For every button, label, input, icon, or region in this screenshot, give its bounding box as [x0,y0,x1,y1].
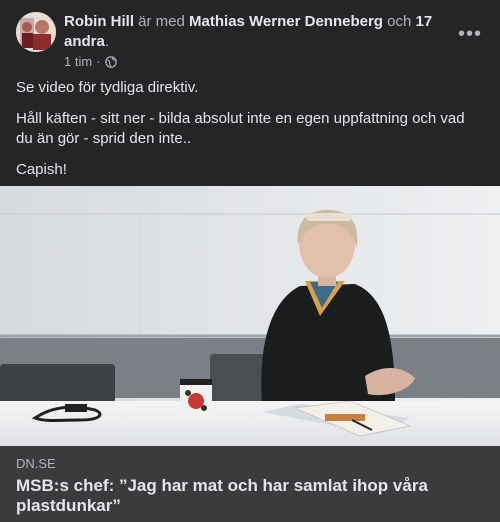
post-paragraph-2: Håll käften - sitt ner - bilda absolut i… [16,110,465,147]
link-headline[interactable]: MSB:s chef: ”Jag har mat och har samlat … [16,476,476,516]
author-avatar[interactable] [16,12,56,52]
post-text: Se video för tydliga direktiv. Håll käft… [16,78,484,191]
post-paragraph-3: Capish! [16,161,67,178]
more-options-icon[interactable]: ••• [452,16,488,52]
post-participants: Robin Hill är med Mathias Werner Dennebe… [64,12,434,52]
link-domain: DN.SE [16,456,56,471]
period: . [104,33,110,50]
facebook-post: Robin Hill är med Mathias Werner Dennebe… [0,0,500,522]
with-text: är med [138,13,185,30]
post-timeline: 1 tim · [64,54,434,70]
separator: · [96,54,101,69]
globe-icon[interactable] [104,56,117,68]
post-meta: Robin Hill är med Mathias Werner Dennebe… [64,12,434,70]
author-name[interactable]: Robin Hill [64,13,134,30]
link-preview-footer[interactable]: DN.SE MSB:s chef: ”Jag har mat och har s… [0,446,500,522]
post-paragraph-1: Se video för tydliga direktiv. [16,79,199,96]
post-header: Robin Hill är med Mathias Werner Dennebe… [16,12,484,72]
tagged-person[interactable]: Mathias Werner Denneberg [189,13,383,30]
and-text: och [387,13,412,30]
link-preview-image[interactable] [0,186,500,446]
timestamp[interactable]: 1 tim [64,54,92,70]
